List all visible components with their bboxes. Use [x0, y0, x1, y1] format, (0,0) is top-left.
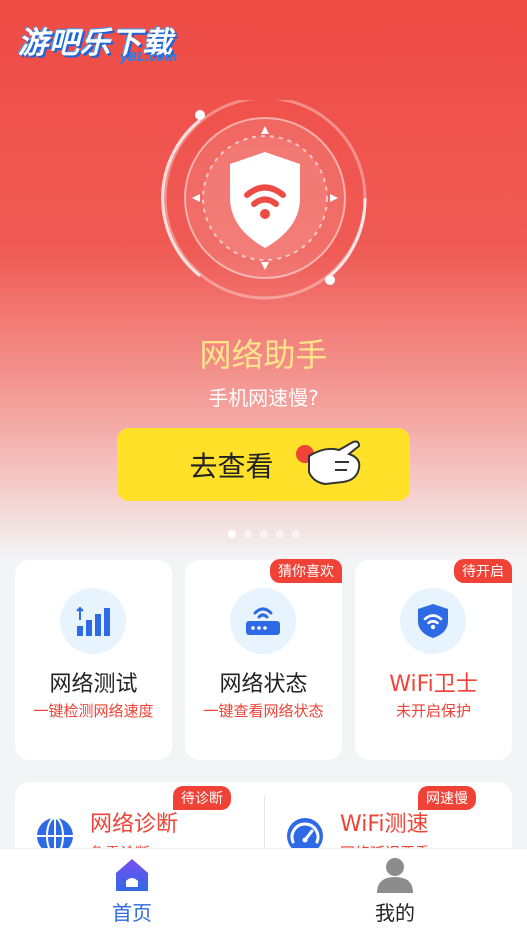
view-button[interactable]: 去查看 — [117, 428, 410, 501]
carousel-dot[interactable] — [227, 530, 236, 538]
icon-circle — [60, 588, 126, 654]
panel-title: 网络诊断 — [90, 812, 179, 837]
view-button-label: 去查看 — [189, 449, 274, 483]
icon-circle — [230, 588, 296, 654]
badge-pending-diagnosis: 待诊断 — [173, 786, 231, 810]
badge-slow-network: 网速慢 — [418, 786, 476, 810]
carousel-dot[interactable] — [291, 530, 300, 538]
hero-title: 网络助手 — [199, 336, 328, 374]
carousel-indicator — [0, 530, 527, 538]
tab-label: 首页 — [112, 901, 152, 925]
card-title: 网络状态 — [219, 672, 308, 697]
carousel-dot[interactable] — [259, 530, 268, 538]
wifi-shield-hero-icon — [161, 100, 367, 300]
carousel-dot[interactable] — [243, 530, 252, 538]
hero-banner: 游吧乐下载 yBL.com 网络助手 手机网速慢? 去查看 — [0, 0, 527, 560]
tab-mine[interactable]: 我的 — [335, 849, 455, 937]
hero-subtitle: 手机网速慢? — [208, 386, 319, 410]
bottom-tab-bar: 首页 我的 — [0, 848, 527, 937]
card-desc: 未开启保护 — [395, 702, 471, 720]
router-icon — [246, 607, 280, 635]
panel-title: WiFi测速 — [340, 812, 429, 837]
watermark-domain: yBL.com — [120, 50, 178, 64]
icon-circle — [400, 588, 466, 654]
badge-guess-you-like: 猜你喜欢 — [270, 559, 342, 583]
user-icon — [377, 858, 413, 893]
card-network-test[interactable]: 网络测试 一键检测网络速度 — [15, 560, 172, 760]
card-title: 网络测试 — [49, 672, 138, 697]
card-desc: 一键查看网络状态 — [203, 702, 324, 720]
card-wifi-guard[interactable]: 待开启 WiFi卫士 未开启保护 — [355, 559, 512, 760]
card-network-status[interactable]: 猜你喜欢 网络状态 一键查看网络状态 — [185, 559, 342, 760]
pointing-hand-icon — [296, 440, 361, 486]
tab-home[interactable]: 首页 — [72, 849, 192, 937]
tab-label: 我的 — [375, 901, 415, 925]
bar-chart-icon — [76, 606, 110, 636]
card-title: WiFi卫士 — [389, 672, 478, 697]
wifi-shield-icon — [418, 604, 448, 638]
carousel-dot[interactable] — [275, 530, 284, 538]
card-desc: 一键检测网络速度 — [33, 702, 154, 720]
home-icon — [116, 859, 148, 891]
badge-pending-enable: 待开启 — [454, 559, 512, 583]
